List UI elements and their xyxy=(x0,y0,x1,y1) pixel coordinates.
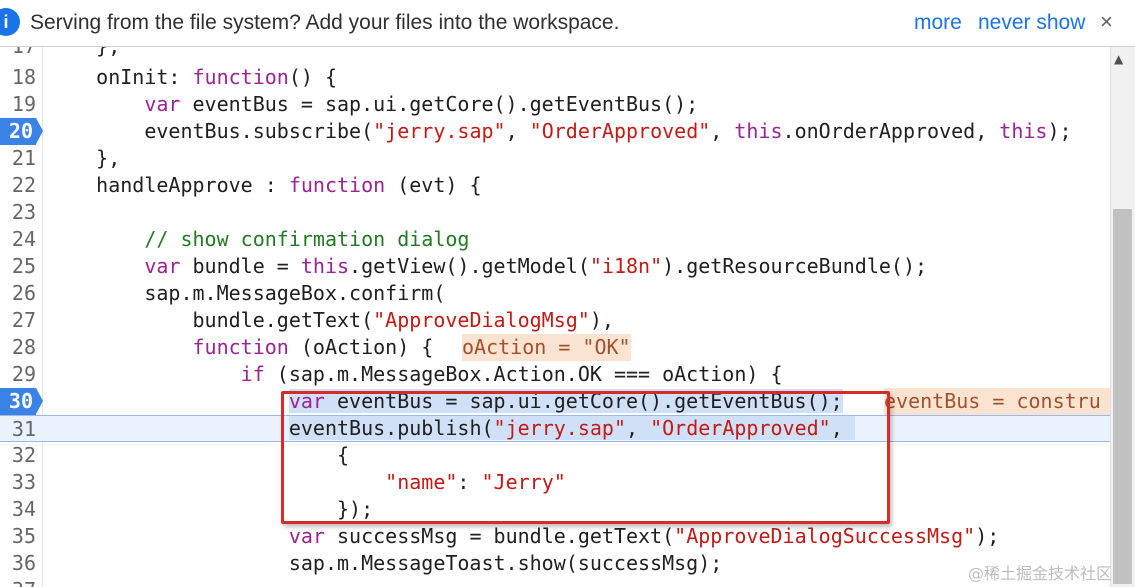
line-number[interactable]: 27 xyxy=(0,307,36,334)
never-show-link[interactable]: never show xyxy=(978,11,1085,35)
line-number[interactable]: 17 xyxy=(0,47,36,60)
code-text: if (sap.m.MessageBox.Action.OK === oActi… xyxy=(240,362,783,386)
close-icon[interactable]: × xyxy=(1100,9,1113,35)
line-number[interactable]: 21 xyxy=(0,145,36,172)
breakpoint-marker[interactable]: 30 xyxy=(0,388,36,415)
line-number[interactable]: 25 xyxy=(0,253,36,280)
code-line[interactable]: 17 }, xyxy=(0,47,1110,60)
code-text: onInit: function() { xyxy=(48,65,337,89)
code-text: }, xyxy=(48,47,120,60)
code-text: var successMsg = bundle.getText("Approve… xyxy=(288,524,1000,548)
watermark: @稀土掘金技术社区 xyxy=(968,564,1113,583)
line-number[interactable]: 23 xyxy=(0,199,36,226)
code-line[interactable]: 28 function (oAction) { oAction = "OK" xyxy=(0,334,1110,361)
workspace-infobar: i Serving from the file system? Add your… xyxy=(0,0,1135,47)
line-number[interactable]: 29 xyxy=(0,361,36,388)
code-text: bundle.getText("ApproveDialogMsg"), xyxy=(48,308,614,332)
code-line[interactable]: 27 bundle.getText("ApproveDialogMsg"), xyxy=(0,307,1110,334)
infobar-message: Serving from the file system? Add your f… xyxy=(30,11,620,34)
code-text: }, xyxy=(48,146,121,170)
code-line[interactable]: 37 xyxy=(0,577,1110,587)
scrollbar-thumb[interactable] xyxy=(1113,209,1132,584)
code-text: // show confirmation dialog xyxy=(144,227,470,251)
line-number[interactable]: 31 xyxy=(0,416,36,443)
line-number[interactable]: 32 xyxy=(0,442,36,469)
scroll-up-arrow-icon[interactable]: ▲ xyxy=(1114,52,1123,66)
breakpoint-marker[interactable]: 20 xyxy=(0,118,36,145)
code-line[interactable]: 25 var bundle = this.getView().getModel(… xyxy=(0,253,1110,280)
code-line[interactable]: 26 sap.m.MessageBox.confirm( xyxy=(0,280,1110,307)
breakpoint-arrow-icon xyxy=(36,388,43,414)
line-number[interactable]: 22 xyxy=(0,172,36,199)
line-number[interactable]: 18 xyxy=(0,64,36,91)
code-text: var eventBus = sap.ui.getCore().getEvent… xyxy=(144,92,699,116)
code-line[interactable]: 35 var successMsg = bundle.getText("Appr… xyxy=(0,523,1110,550)
code-line[interactable]: 23 xyxy=(0,199,1110,226)
code-line[interactable]: 29 if (sap.m.MessageBox.Action.OK === oA… xyxy=(0,361,1110,388)
inline-variable-value: oAction = "OK" xyxy=(462,334,631,361)
code-line[interactable]: 21 }, xyxy=(0,145,1110,172)
line-number[interactable]: 37 xyxy=(0,577,36,587)
inline-variable-value: eventBus = constru xyxy=(884,388,1110,415)
code-line[interactable]: 18 onInit: function() { xyxy=(0,64,1110,91)
info-icon: i xyxy=(0,8,20,36)
code-line[interactable]: 22 handleApprove : function (evt) { xyxy=(0,172,1110,199)
line-number[interactable]: 35 xyxy=(0,523,36,550)
breakpoint-arrow-icon xyxy=(36,118,43,144)
highlight-annotation-box xyxy=(281,391,890,524)
code-line[interactable]: 20 eventBus.subscribe("jerry.sap", "Orde… xyxy=(0,118,1110,145)
line-number[interactable]: 24 xyxy=(0,226,36,253)
code-line[interactable]: 19 var eventBus = sap.ui.getCore().getEv… xyxy=(0,91,1110,118)
code-text: var bundle = this.getView().getModel("i1… xyxy=(144,254,928,278)
line-number[interactable]: 33 xyxy=(0,469,36,496)
code-text: handleApprove : function (evt) { xyxy=(48,173,482,197)
code-text: sap.m.MessageToast.show(successMsg); xyxy=(48,551,723,575)
line-number[interactable]: 26 xyxy=(0,280,36,307)
code-text: sap.m.MessageBox.confirm( xyxy=(48,281,446,305)
code-line[interactable]: 24 // show confirmation dialog xyxy=(0,226,1110,253)
code-text: function (oAction) { xyxy=(192,335,434,359)
code-line[interactable]: 36 sap.m.MessageToast.show(successMsg); xyxy=(0,550,1110,577)
line-number[interactable]: 34 xyxy=(0,496,36,523)
line-number[interactable]: 19 xyxy=(0,91,36,118)
line-number[interactable]: 28 xyxy=(0,334,36,361)
code-text: eventBus.subscribe("jerry.sap", "OrderAp… xyxy=(48,119,1072,143)
more-link[interactable]: more xyxy=(914,11,962,35)
line-number[interactable]: 36 xyxy=(0,550,36,577)
